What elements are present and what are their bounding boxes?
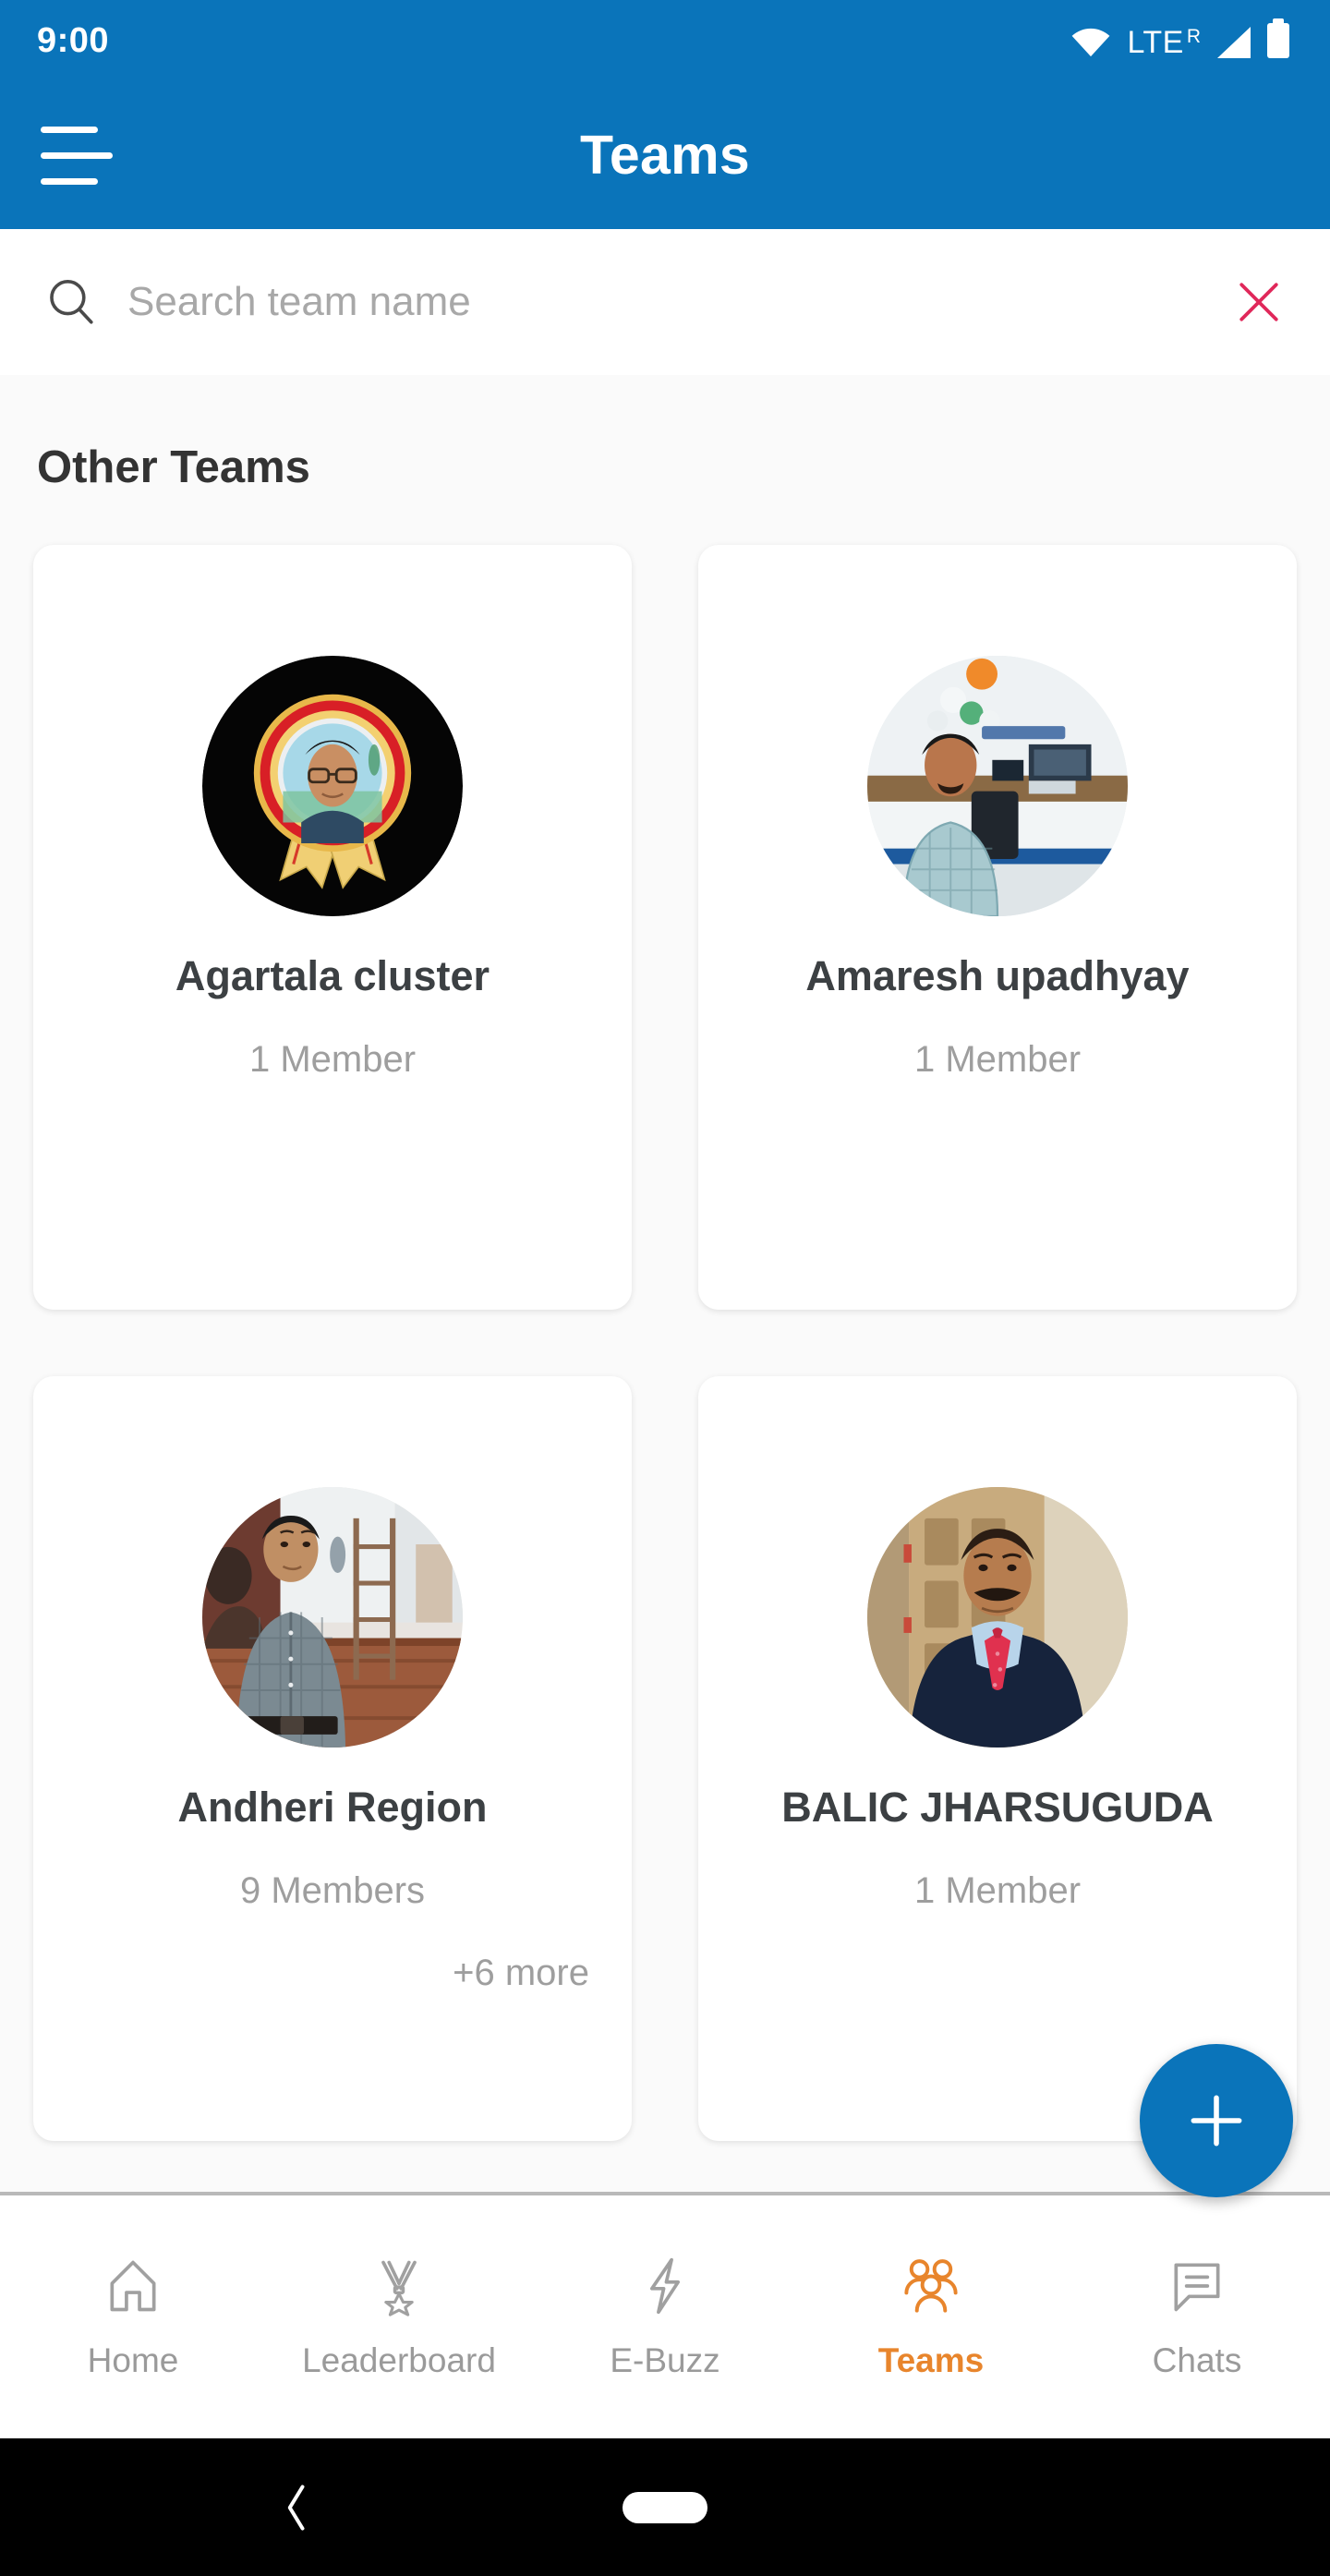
teams-grid: Agartala cluster 1 Member Amaresh upadhy… [0, 545, 1330, 2141]
team-member-count: 1 Member [913, 1039, 1082, 1081]
app-screen: 9:00 LTE R Teams Search team name Other … [0, 0, 1330, 2576]
teams-content: Other Teams Agartala cluster 1 Member Am… [0, 375, 1330, 2192]
team-member-count: 1 Member [248, 1039, 417, 1081]
network-label: LTE [1127, 25, 1184, 60]
people-group-icon [904, 2258, 958, 2313]
medal-badge-portrait-icon [202, 656, 463, 916]
back-chevron-icon[interactable] [277, 2480, 314, 2535]
nav-label: Chats [1152, 2340, 1242, 2379]
nav-label: E-Buzz [610, 2340, 720, 2379]
hamburger-line [41, 151, 113, 159]
add-team-button[interactable] [1140, 2044, 1293, 2197]
status-time: 9:00 [37, 20, 110, 60]
medal-icon [381, 2260, 417, 2316]
team-card[interactable]: Agartala cluster 1 Member [33, 545, 632, 1310]
team-name: Amaresh upadhyay [805, 952, 1190, 999]
home-pill-icon[interactable] [623, 2491, 707, 2523]
team-more-label[interactable]: +6 more [453, 1953, 604, 1994]
hamburger-line [41, 126, 98, 133]
bottom-navigation: Home Leaderboard E-Buzz Teams Chats [0, 2192, 1330, 2438]
nav-label: Leaderboard [302, 2340, 496, 2379]
suit-portrait-icon [867, 1487, 1128, 1748]
hamburger-line [41, 177, 98, 185]
status-icons: LTE R [1070, 18, 1289, 58]
hall-portrait-icon [202, 1487, 463, 1748]
avatar [202, 1487, 463, 1748]
nav-item-ebuzz[interactable]: E-Buzz [532, 2255, 798, 2380]
hamburger-menu-icon[interactable] [41, 115, 120, 195]
team-name: Agartala cluster [175, 952, 490, 999]
nav-item-teams[interactable]: Teams [798, 2255, 1064, 2380]
avatar [202, 656, 463, 916]
signal-icon [1217, 27, 1251, 58]
search-bar [0, 229, 1330, 375]
lightning-bolt-icon [649, 2257, 681, 2314]
nav-item-home[interactable]: Home [0, 2255, 266, 2380]
team-member-count: 1 Member [913, 1870, 1082, 1912]
app-bar: Teams [0, 81, 1330, 229]
team-card[interactable]: Amaresh upadhyay 1 Member [698, 545, 1297, 1310]
close-icon[interactable] [1236, 279, 1282, 325]
plus-icon [1191, 2095, 1242, 2147]
office-portrait-icon [867, 656, 1128, 916]
nav-item-leaderboard[interactable]: Leaderboard [266, 2255, 532, 2380]
home-icon [110, 2260, 156, 2311]
team-name: Andheri Region [177, 1784, 488, 1831]
network-label-group: LTE R [1127, 27, 1201, 58]
search-icon [50, 279, 93, 324]
nav-item-chats[interactable]: Chats [1064, 2255, 1330, 2380]
avatar [867, 656, 1128, 916]
chat-bubble-icon [1174, 2262, 1220, 2311]
roaming-indicator: R [1186, 26, 1201, 47]
nav-label: Teams [877, 2340, 985, 2379]
team-name: BALIC JHARSUGUDA [781, 1784, 1214, 1831]
page-title: Teams [579, 125, 751, 186]
android-system-nav [0, 2438, 1330, 2576]
search-input[interactable] [127, 279, 1236, 325]
team-card[interactable]: Andheri Region 9 Members +6 more [33, 1376, 632, 2141]
nav-label: Home [87, 2340, 179, 2379]
battery-icon [1267, 18, 1289, 58]
section-title: Other Teams [37, 442, 310, 492]
avatar [867, 1487, 1128, 1748]
status-bar: 9:00 LTE R [0, 0, 1330, 81]
wifi-icon [1072, 28, 1110, 57]
team-member-count: 9 Members [239, 1870, 426, 1912]
team-card[interactable]: BALIC JHARSUGUDA 1 Member [698, 1376, 1297, 2141]
